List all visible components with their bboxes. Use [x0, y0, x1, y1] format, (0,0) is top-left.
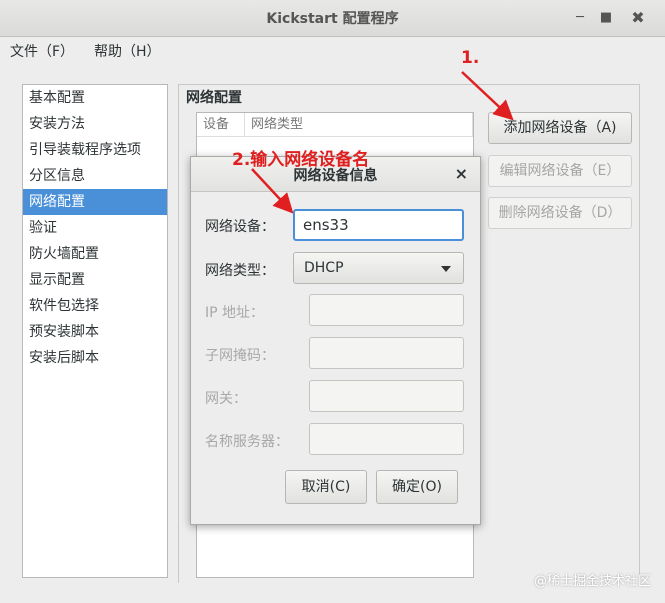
column-header-type[interactable]: 网络类型 [245, 113, 473, 137]
column-header-device[interactable]: 设备 [197, 113, 245, 137]
device-label: 网络设备： [205, 219, 275, 235]
sidebar-item-partition[interactable]: 分区信息 [23, 163, 167, 189]
sidebar-item-post-script[interactable]: 安装后脚本 [23, 345, 167, 371]
network-device-dialog: 网络设备信息 × 网络设备： ens33 网络类型： DHCP IP 地址： 子… [190, 156, 481, 525]
annotation-step2: 2.输入网络设备名 [232, 150, 370, 170]
network-type-select[interactable]: DHCP [293, 252, 464, 284]
add-device-button[interactable]: 添加网络设备（A) [488, 112, 632, 144]
subnet-label: 子网掩码： [205, 348, 275, 364]
window-titlebar: Kickstart 配置程序 ─ ■ ✖ [0, 0, 665, 37]
ip-address-input[interactable] [309, 294, 464, 326]
maximize-icon[interactable]: ■ [594, 6, 618, 30]
sidebar-item-packages[interactable]: 软件包选择 [23, 293, 167, 319]
ip-label: IP 地址： [205, 305, 265, 321]
window-title: Kickstart 配置程序 [266, 11, 399, 27]
sidebar-item-install-method[interactable]: 安装方法 [23, 111, 167, 137]
menu-file[interactable]: 文件（F） [10, 41, 74, 61]
menubar: 文件（F） 帮助（H） [0, 37, 665, 65]
close-icon[interactable]: ✖ [626, 6, 650, 30]
chevron-down-icon [441, 266, 451, 272]
minimize-icon[interactable]: ─ [568, 6, 592, 30]
ok-button[interactable]: 确定(O) [376, 470, 458, 504]
device-name-input[interactable]: ens33 [293, 209, 464, 241]
type-label: 网络类型： [205, 263, 275, 279]
gateway-label: 网关： [205, 391, 247, 407]
cancel-button[interactable]: 取消(C) [285, 470, 367, 504]
dns-label: 名称服务器： [205, 434, 289, 450]
menu-help[interactable]: 帮助（H） [94, 41, 161, 61]
sidebar-item-basic[interactable]: 基本配置 [23, 85, 167, 111]
network-type-value: DHCP [304, 260, 344, 276]
sidebar-item-display[interactable]: 显示配置 [23, 267, 167, 293]
delete-device-button[interactable]: 删除网络设备（D） [488, 197, 632, 229]
sidebar-list: 基本配置 安装方法 引导装载程序选项 分区信息 网络配置 验证 防火墙配置 显示… [22, 84, 168, 578]
sidebar-item-pre-script[interactable]: 预安装脚本 [23, 319, 167, 345]
sidebar-item-auth[interactable]: 验证 [23, 215, 167, 241]
annotation-step1: 1. [461, 48, 480, 68]
sidebar-item-firewall[interactable]: 防火墙配置 [23, 241, 167, 267]
sidebar-item-network[interactable]: 网络配置 [23, 189, 167, 215]
gateway-input[interactable] [309, 380, 464, 412]
sidebar-item-bootloader[interactable]: 引导装载程序选项 [23, 137, 167, 163]
nameserver-input[interactable] [309, 423, 464, 455]
watermark: @稀土掘金技术社区 [533, 574, 651, 589]
subnet-mask-input[interactable] [309, 337, 464, 369]
dialog-close-icon[interactable]: × [455, 164, 468, 183]
edit-device-button[interactable]: 编辑网络设备（E） [488, 155, 632, 187]
network-section-label: 网络配置 [186, 87, 242, 107]
